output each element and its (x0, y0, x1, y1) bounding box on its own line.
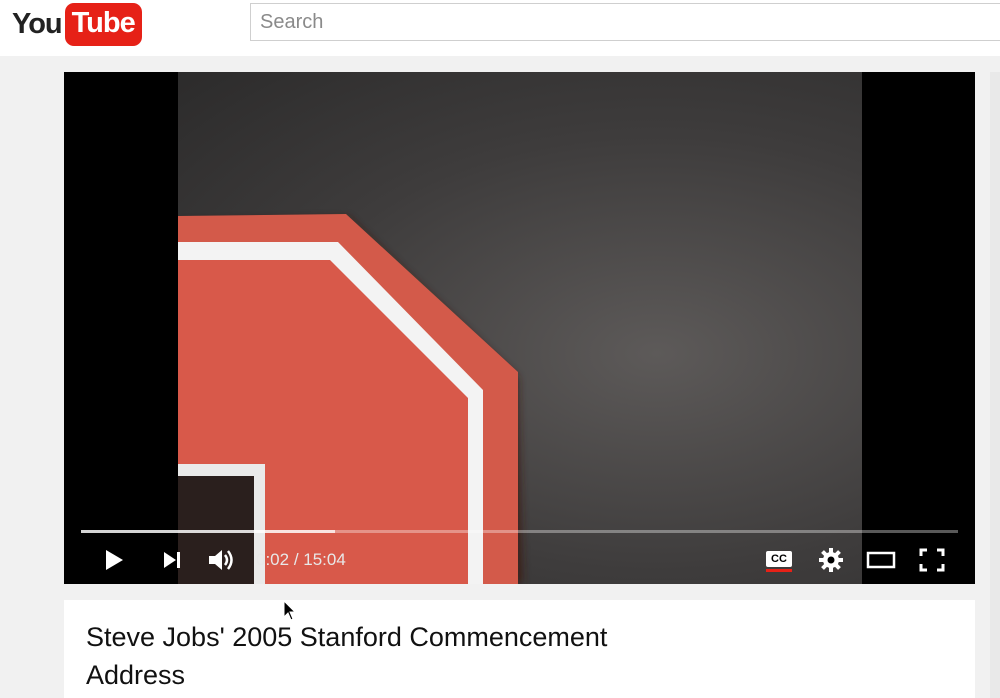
theater-mode-icon (866, 551, 896, 569)
fullscreen-icon (919, 548, 945, 572)
play-button[interactable] (100, 542, 128, 578)
mouse-cursor-icon (283, 600, 297, 621)
progress-played (81, 530, 336, 533)
search-input[interactable] (250, 3, 1000, 41)
youtube-logo[interactable]: You Tube (12, 2, 142, 46)
video-info: Steve Jobs' 2005 Stanford Commencement A… (64, 600, 975, 698)
volume-button[interactable] (206, 542, 238, 578)
settings-button[interactable] (816, 542, 846, 578)
theater-mode-button[interactable] (864, 542, 898, 578)
current-time: 0:02 (256, 550, 290, 569)
duration: 15:04 (303, 550, 346, 569)
logo-text-you: You (12, 7, 63, 40)
player-controls: 0:02 / 15:04 CC (64, 542, 975, 578)
fullscreen-button[interactable] (916, 542, 948, 578)
next-button[interactable] (160, 542, 184, 578)
progress-bar[interactable] (81, 530, 958, 533)
sidebar-edge (990, 72, 1000, 698)
settings-gear-icon (819, 548, 843, 572)
logo-text-tube: Tube (64, 2, 142, 46)
volume-icon (209, 550, 233, 570)
stop-sign-image (178, 214, 523, 584)
video-player[interactable]: 0:02 / 15:04 CC (64, 72, 975, 584)
cc-icon: CC (766, 549, 792, 572)
time-display: 0:02 / 15:04 (256, 542, 346, 578)
video-title: Steve Jobs' 2005 Stanford Commencement A… (86, 622, 608, 690)
next-icon (164, 552, 180, 568)
play-icon (106, 550, 123, 570)
masthead: You Tube (0, 0, 1000, 56)
time-separator: / (289, 550, 304, 569)
video-frame (178, 72, 862, 584)
captions-button[interactable]: CC (764, 542, 794, 578)
